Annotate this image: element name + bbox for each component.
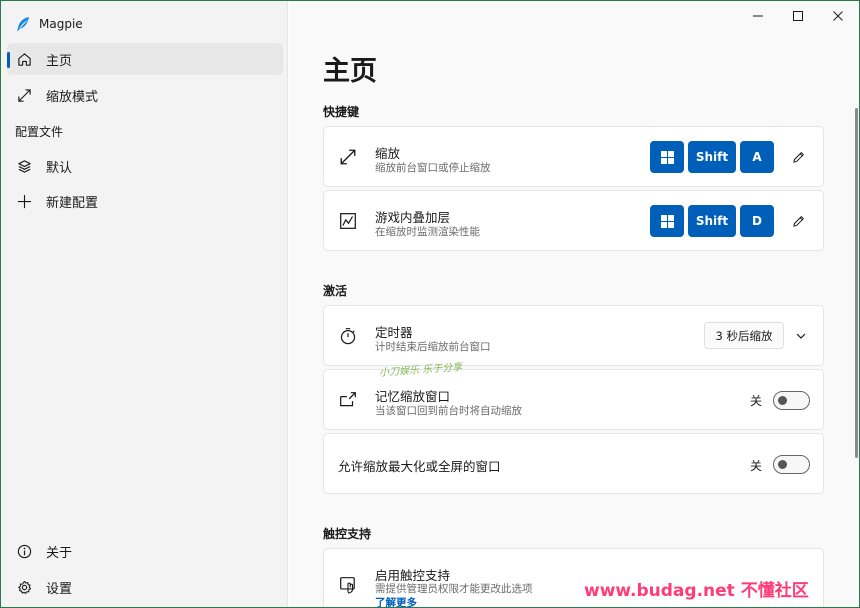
sidebar-item-default-profile[interactable]: 默认	[7, 150, 283, 182]
sidebar-item-label: 设置	[46, 581, 73, 597]
section-title-touch: 触控支持	[323, 527, 372, 541]
touch-icon	[338, 575, 358, 595]
shortcut-card-scale: 缩放 缩放前台窗口或停止缩放 Shift A	[323, 126, 824, 187]
plus-icon	[16, 193, 32, 209]
sidebar-item-new-profile[interactable]: 新建配置	[7, 185, 283, 217]
card-description: 在缩放时监测渲染性能	[375, 226, 480, 238]
card-description: 当该窗口回到前台时将自动缩放	[375, 405, 522, 417]
sidebar-item-home[interactable]: 主页	[7, 43, 283, 75]
minimize-button[interactable]	[738, 1, 778, 31]
app-name: Magpie	[39, 17, 83, 31]
sidebar-item-about[interactable]: 关于	[7, 535, 283, 567]
key-win[interactable]	[650, 205, 684, 237]
app-title: Magpie	[15, 15, 83, 33]
info-icon	[16, 543, 32, 559]
toggle-state-label: 关	[750, 459, 763, 473]
edit-shortcut-button[interactable]	[784, 207, 812, 235]
sidebar-item-label: 新建配置	[46, 195, 99, 211]
maximize-button[interactable]	[778, 1, 818, 31]
card-description: 缩放前台窗口或停止缩放	[375, 162, 491, 174]
card-title: 允许缩放最大化或全屏的窗口	[338, 459, 501, 474]
remember-window-toggle[interactable]	[773, 391, 810, 410]
watermark-corner-text: www.budag.net 不懂社区	[584, 581, 809, 601]
performance-graph-icon	[338, 211, 358, 231]
magpie-logo-icon	[17, 17, 29, 31]
sidebar-item-label: 缩放模式	[46, 89, 99, 105]
sidebar-item-label: 默认	[46, 160, 73, 176]
page-title: 主页	[323, 56, 377, 87]
edit-shortcut-button[interactable]	[784, 143, 812, 171]
close-button[interactable]	[818, 1, 858, 31]
section-title-activation: 激活	[323, 284, 348, 298]
sidebar-item-label: 关于	[46, 545, 73, 561]
learn-more-link[interactable]: 了解更多	[375, 595, 417, 607]
pencil-icon	[792, 151, 804, 163]
main-content: 主页 快捷键 缩放 缩放前台窗口或停止缩放 Shift A 游戏内叠加层 在缩放…	[289, 1, 859, 607]
windows-key-icon	[660, 150, 674, 164]
sidebar-item-label: 主页	[46, 53, 73, 69]
key-shift[interactable]: Shift	[688, 205, 736, 237]
timer-card: 定时器 计时结束后缩放前台窗口 3 秒后缩放	[323, 305, 824, 366]
card-description: 需提供管理员权限才能更改此选项	[375, 583, 533, 595]
allow-maximized-card: 允许缩放最大化或全屏的窗口 关	[323, 433, 824, 494]
card-description: 计时结束后缩放前台窗口	[375, 341, 491, 353]
sidebar-item-settings[interactable]: 设置	[7, 571, 283, 603]
home-icon	[16, 51, 32, 67]
pencil-icon	[792, 215, 804, 227]
shortcut-card-overlay: 游戏内叠加层 在缩放时监测渲染性能 Shift D	[323, 190, 824, 251]
sidebar: Magpie 主页 缩放模式 配置文件 默认 新建配置 关于 设置	[1, 1, 288, 607]
minimize-icon	[753, 15, 763, 17]
maximize-icon	[793, 11, 803, 21]
close-icon	[833, 11, 843, 21]
timer-expand-button[interactable]	[790, 322, 812, 349]
layers-icon	[16, 158, 32, 174]
remember-window-card: 记忆缩放窗口 当该窗口回到前台时将自动缩放 关	[323, 369, 824, 430]
key-win[interactable]	[650, 141, 684, 173]
expand-icon	[338, 147, 358, 167]
profiles-section-header: 配置文件	[15, 125, 64, 139]
timer-scale-button[interactable]: 3 秒后缩放	[704, 322, 784, 349]
gear-icon	[16, 579, 32, 595]
section-title-shortcuts: 快捷键	[323, 105, 360, 119]
scrollbar[interactable]	[855, 108, 858, 458]
toggle-state-label: 关	[750, 394, 763, 408]
window-arrow-icon	[338, 390, 358, 410]
windows-key-icon	[660, 214, 674, 228]
stopwatch-icon	[338, 326, 358, 346]
key-a[interactable]: A	[740, 141, 774, 173]
expand-icon	[16, 87, 32, 103]
allow-maximized-toggle[interactable]	[773, 455, 810, 474]
key-shift[interactable]: Shift	[688, 141, 736, 173]
key-d[interactable]: D	[740, 205, 774, 237]
sidebar-item-scaling-modes[interactable]: 缩放模式	[7, 79, 283, 111]
chevron-down-icon	[796, 333, 806, 339]
